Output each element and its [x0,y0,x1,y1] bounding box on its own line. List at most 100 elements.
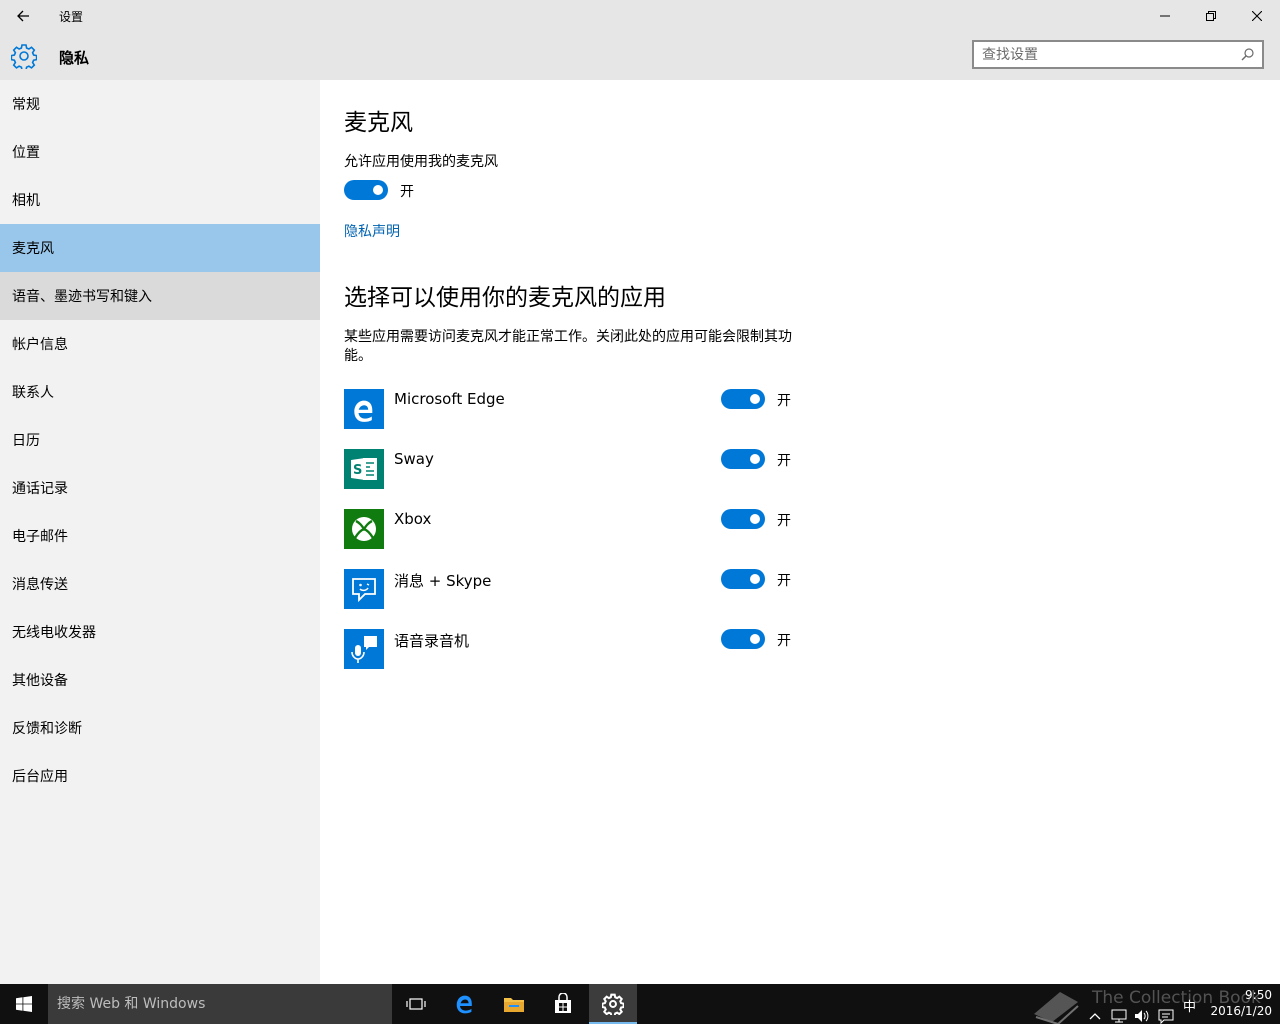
sidebar-item-label: 日历 [12,433,40,449]
main-content: 麦克风 允许应用使用我的麦克风 开 隐私声明 选择可以使用你的麦克风的应用 某些… [320,80,1280,984]
back-arrow-icon [17,10,29,22]
sidebar-item-label: 语音、墨迹书写和键入 [12,289,152,305]
clock-time: 9:50 [1245,988,1272,1002]
toggle-knob [373,185,383,195]
section-heading: 麦克风 [344,110,413,136]
sidebar-item-calendar[interactable]: 日历 [0,416,320,464]
master-microphone-toggle[interactable] [344,180,388,200]
app-toggle-sway[interactable] [721,449,765,469]
sidebar-item-email[interactable]: 电子邮件 [0,512,320,560]
action-center-icon[interactable] [1158,996,1174,1036]
app-toggle-voice-recorder[interactable] [721,629,765,649]
sidebar-item-account-info[interactable]: 帐户信息 [0,320,320,368]
apps-heading: 选择可以使用你的麦克风的应用 [344,285,666,311]
ime-indicator[interactable]: 中 [1183,996,1196,1036]
app-name: Xbox [394,510,432,528]
app-row-messaging: 消息 + Skype 开 [344,569,804,609]
svg-text:S: S [353,463,362,478]
file-explorer-button[interactable] [490,984,538,1024]
app-row-edge: Microsoft Edge 开 [344,389,804,429]
sway-icon: S [344,449,384,489]
xbox-icon [344,509,384,549]
sidebar-item-contacts[interactable]: 联系人 [0,368,320,416]
messaging-icon [344,569,384,609]
start-button[interactable] [0,984,48,1024]
app-toggle-messaging[interactable] [721,569,765,589]
sidebar-item-label: 位置 [12,145,40,161]
settings-header: 隐私 [0,32,1280,80]
window-title: 设置 [59,10,84,24]
taskbar-edge-button[interactable] [441,984,489,1024]
network-icon[interactable] [1111,996,1127,1036]
toggle-knob [750,574,760,584]
toggle-state-label: 开 [777,513,791,529]
toggle-state-label: 开 [777,573,791,589]
sidebar-item-label: 无线电收发器 [12,625,96,641]
sidebar-item-label: 消息传送 [12,577,68,593]
sidebar-item-speech-inking-typing[interactable]: 语音、墨迹书写和键入 [0,272,320,320]
sidebar-item-label: 其他设备 [12,673,68,689]
volume-icon[interactable] [1134,996,1150,1036]
sidebar-item-microphone[interactable]: 麦克风 [0,224,320,272]
task-view-button[interactable] [392,984,440,1024]
app-name: 语音录音机 [394,632,470,650]
sidebar-item-camera[interactable]: 相机 [0,176,320,224]
app-toggle-xbox[interactable] [721,509,765,529]
page-title: 隐私 [59,49,90,67]
search-icon[interactable] [1241,48,1254,61]
minimize-icon [1160,15,1170,17]
toggle-knob [750,454,760,464]
back-button[interactable] [0,0,46,32]
sidebar-item-location[interactable]: 位置 [0,128,320,176]
taskbar-search-input[interactable] [57,995,377,1013]
sidebar-item-call-history[interactable]: 通话记录 [0,464,320,512]
app-toggle-edge[interactable] [721,389,765,409]
edge-icon [344,389,384,429]
sidebar-item-label: 电子邮件 [12,529,68,545]
sidebar-item-feedback-diagnostics[interactable]: 反馈和诊断 [0,704,320,752]
app-name: Microsoft Edge [394,390,505,408]
file-explorer-icon [504,998,524,1012]
sidebar-item-label: 反馈和诊断 [12,721,82,737]
settings-icon [602,993,624,1015]
taskbar-settings-button[interactable] [589,984,637,1024]
sidebar-item-messaging[interactable]: 消息传送 [0,560,320,608]
sidebar-item-other-devices[interactable]: 其他设备 [0,656,320,704]
master-toggle-label: 允许应用使用我的麦克风 [344,154,498,170]
minimize-button[interactable] [1142,0,1188,32]
show-hidden-icons-icon[interactable] [1088,996,1102,1036]
app-name: 消息 + Skype [394,572,492,590]
privacy-statement-link[interactable]: 隐私声明 [344,221,400,241]
sidebar-item-label: 后台应用 [12,769,68,785]
app-row-voice-recorder: 语音录音机 开 [344,629,804,669]
task-view-icon [406,998,426,1010]
title-bar: 设置 [0,0,1280,32]
sidebar: 常规 位置 相机 麦克风 语音、墨迹书写和键入 帐户信息 联系人 日历 通话记录… [0,80,320,984]
toggle-state-label: 开 [400,184,414,200]
sidebar-item-label: 相机 [12,193,40,209]
watermark-book-icon [1034,992,1079,1024]
sidebar-item-general[interactable]: 常规 [0,80,320,128]
clock-date: 2016/1/20 [1210,1004,1272,1018]
sidebar-item-label: 帐户信息 [12,337,68,353]
search-input[interactable] [982,46,1232,64]
close-button[interactable] [1234,0,1280,32]
sidebar-item-label: 麦克风 [12,241,54,257]
taskbar-search-box[interactable] [48,984,392,1024]
sidebar-item-label: 联系人 [12,385,54,401]
clock[interactable]: 9:50 2016/1/20 [1200,987,1272,1019]
search-box[interactable] [972,40,1264,69]
sidebar-item-background-apps[interactable]: 后台应用 [0,752,320,800]
store-icon [555,993,571,1013]
toggle-state-label: 开 [777,393,791,409]
store-button[interactable] [539,984,587,1024]
sidebar-item-radios[interactable]: 无线电收发器 [0,608,320,656]
restore-button[interactable] [1188,0,1234,32]
edge-icon [456,995,473,1014]
toggle-state-label: 开 [777,453,791,469]
toggle-state-label: 开 [777,633,791,649]
apps-description: 某些应用需要访问麦克风才能正常工作。关闭此处的应用可能会限制其功能。 [344,329,792,364]
toggle-knob [750,634,760,644]
sidebar-item-label: 通话记录 [12,481,68,497]
sidebar-item-label: 常规 [12,97,40,113]
